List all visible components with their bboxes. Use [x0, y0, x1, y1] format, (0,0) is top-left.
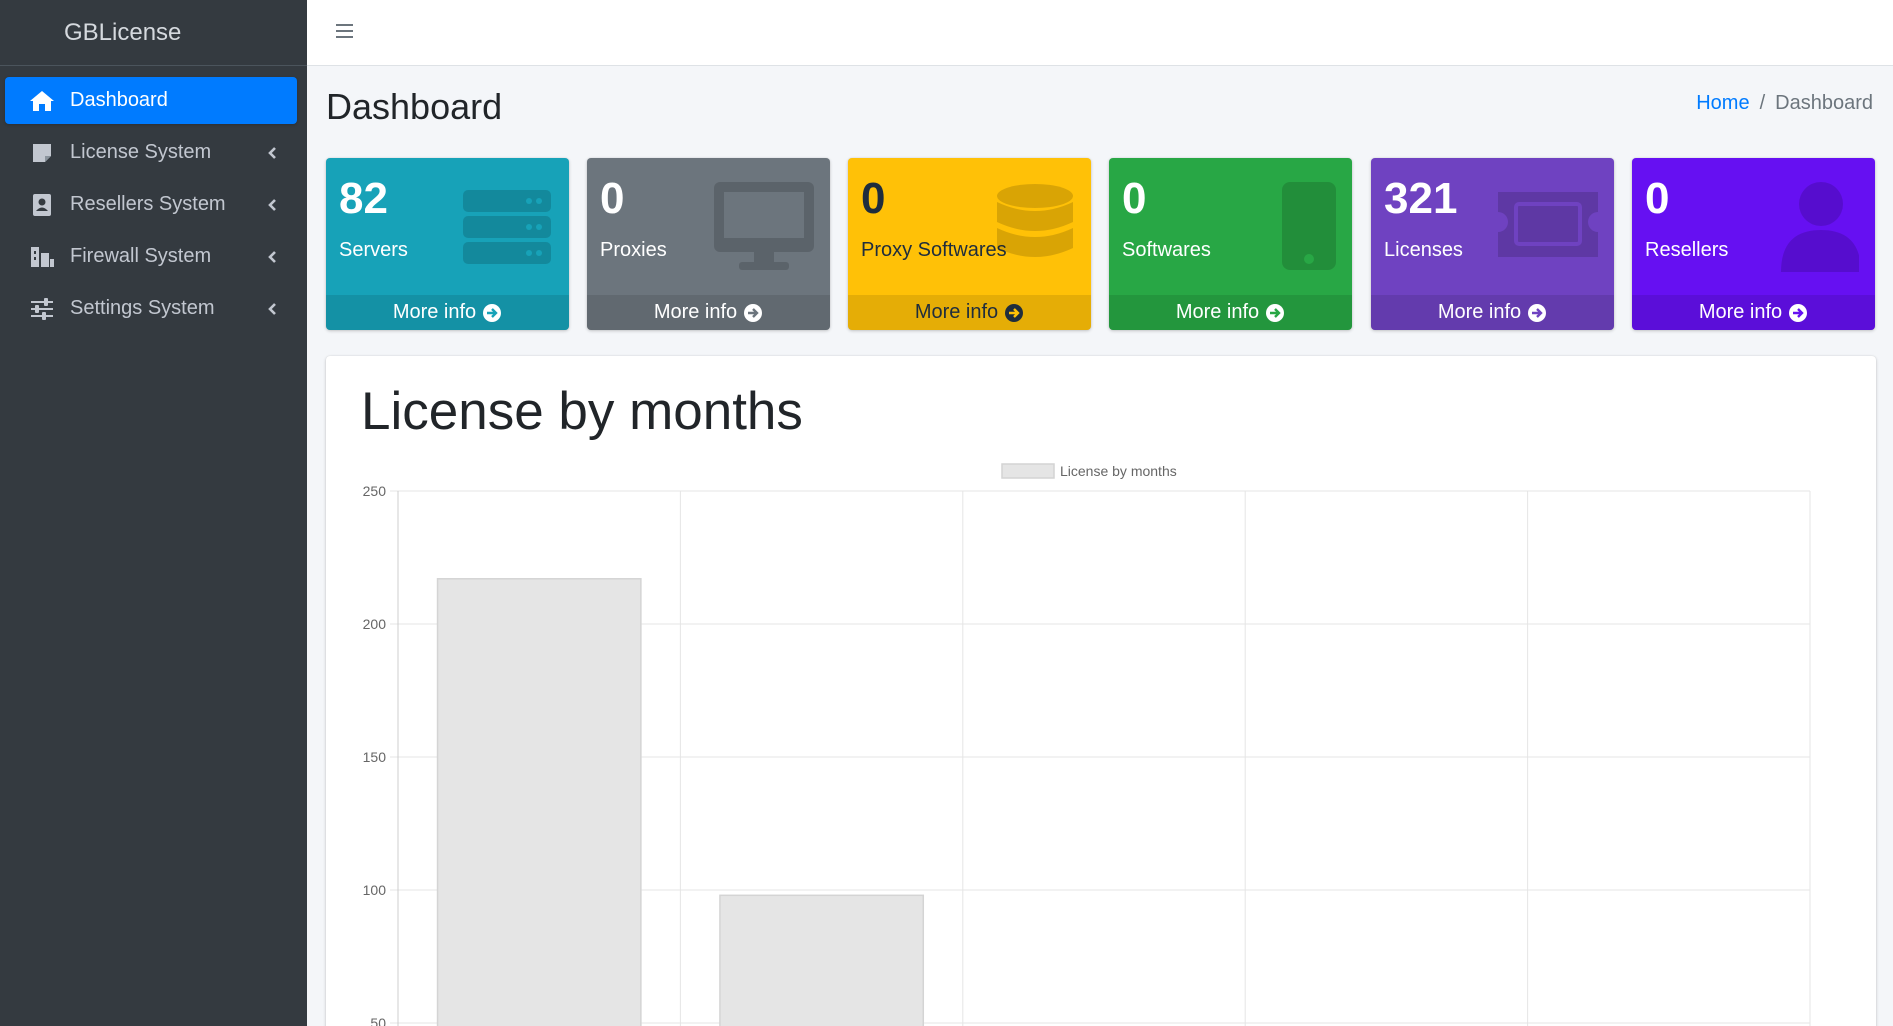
- chevron-left-icon: [265, 144, 279, 162]
- stat-label: Resellers: [1645, 239, 1729, 261]
- legend-label: License by months: [1060, 463, 1177, 479]
- sidebar-item-settings-system[interactable]: Settings System: [5, 285, 297, 332]
- y-tick-label: 200: [363, 616, 387, 632]
- chart-bar: [719, 894, 925, 1026]
- mobile-icon: [1236, 182, 1336, 272]
- more-info-label: More info: [1175, 301, 1260, 323]
- chevron-left-icon: [265, 300, 279, 318]
- sidebar-item-dashboard[interactable]: Dashboard: [5, 77, 297, 124]
- sidebar-item-label: Resellers System: [70, 193, 226, 215]
- stat-label: Licenses: [1384, 239, 1463, 261]
- breadcrumb-home-link[interactable]: Home: [1696, 92, 1749, 115]
- stat-value: 0: [1122, 174, 1147, 223]
- chart-bar: [436, 578, 642, 1026]
- stat-value: 82: [339, 174, 388, 223]
- stat-box-proxy-softwares: 0 Proxy Softwares More info: [848, 158, 1091, 330]
- arrow-circle-right-icon: [1789, 303, 1808, 322]
- stat-box-servers: 82 Servers More info: [326, 158, 569, 330]
- more-info-link[interactable]: More info: [587, 295, 830, 330]
- arrow-circle-right-icon: [1528, 303, 1547, 322]
- arrow-circle-right-icon: [1266, 303, 1285, 322]
- hamburger-menu-icon[interactable]: [335, 21, 355, 41]
- more-info-label: More info: [914, 301, 999, 323]
- stat-label: Proxies: [600, 239, 667, 261]
- sidebar-item-label: Firewall System: [70, 245, 212, 267]
- more-info-link[interactable]: More info: [326, 295, 569, 330]
- stat-value: 321: [1384, 174, 1458, 223]
- breadcrumb-current: Dashboard: [1775, 92, 1873, 114]
- stat-boxes: 82 Servers More info 0 Proxies More info…: [326, 158, 1876, 330]
- stat-value: 0: [600, 174, 625, 223]
- legend-swatch: [1001, 463, 1055, 479]
- ticket-icon: [1498, 182, 1598, 272]
- y-tick-label: 50: [370, 1015, 386, 1026]
- more-info-label: More info: [1437, 301, 1522, 323]
- more-info-label: More info: [392, 301, 477, 323]
- more-info-link[interactable]: More info: [848, 295, 1091, 330]
- sliders-icon: [27, 296, 57, 322]
- sidebar-item-label: Settings System: [70, 297, 215, 319]
- home-icon: [27, 88, 57, 114]
- chart-card: License by months 250 200 150 100 50 License …: [326, 356, 1876, 1026]
- chevron-left-icon: [265, 248, 279, 266]
- server-icon: [453, 182, 553, 272]
- sidebar-item-label: License System: [70, 141, 212, 163]
- sidebar-nav: Dashboard License System Resellers Syste…: [0, 66, 307, 332]
- id-badge-icon: [27, 192, 57, 218]
- sidebar-item-license-system[interactable]: License System: [5, 129, 297, 176]
- database-icon: [975, 182, 1075, 272]
- brand-text: GBLicense: [64, 18, 182, 46]
- stat-value: 0: [861, 174, 886, 223]
- more-info-link[interactable]: More info: [1109, 295, 1352, 330]
- page-title: Dashboard: [326, 86, 503, 127]
- stat-box-softwares: 0 Softwares More info: [1109, 158, 1352, 330]
- breadcrumb: Home / Dashboard: [1696, 92, 1873, 115]
- arrow-circle-right-icon: [1005, 303, 1024, 322]
- sidebar: GBLicense Dashboard License System Resel…: [0, 0, 307, 1026]
- more-info-label: More info: [653, 301, 738, 323]
- arrow-circle-right-icon: [483, 303, 502, 322]
- stat-label: Servers: [339, 239, 408, 261]
- sidebar-item-label: Dashboard: [70, 89, 168, 111]
- sidebar-item-resellers-system[interactable]: Resellers System: [5, 181, 297, 228]
- brand-link[interactable]: GBLicense: [0, 0, 307, 66]
- stat-box-licenses: 321 Licenses More info: [1371, 158, 1614, 330]
- more-info-label: More info: [1698, 301, 1783, 323]
- stat-label: Softwares: [1122, 239, 1211, 261]
- sticky-note-icon: [27, 140, 57, 166]
- user-icon: [1759, 182, 1861, 272]
- y-tick-label: 150: [363, 749, 387, 765]
- chevron-left-icon: [265, 196, 279, 214]
- y-tick-label: 250: [363, 483, 387, 499]
- sidebar-item-firewall-system[interactable]: Firewall System: [5, 233, 297, 280]
- desktop-icon: [714, 182, 814, 272]
- top-navbar: [307, 0, 1893, 66]
- more-info-link[interactable]: More info: [1371, 295, 1614, 330]
- y-tick-label: 100: [363, 882, 387, 898]
- bar-chart: 250 200 150 100 50 License by months: [363, 463, 1811, 1026]
- stat-box-resellers: 0 Resellers More info: [1632, 158, 1875, 330]
- stat-value: 0: [1645, 174, 1670, 223]
- more-info-link[interactable]: More info: [1632, 295, 1875, 330]
- breadcrumb-separator: /: [1759, 92, 1766, 114]
- stat-box-proxies: 0 Proxies More info: [587, 158, 830, 330]
- arrow-circle-right-icon: [744, 303, 763, 322]
- firewall-icon: [27, 244, 57, 270]
